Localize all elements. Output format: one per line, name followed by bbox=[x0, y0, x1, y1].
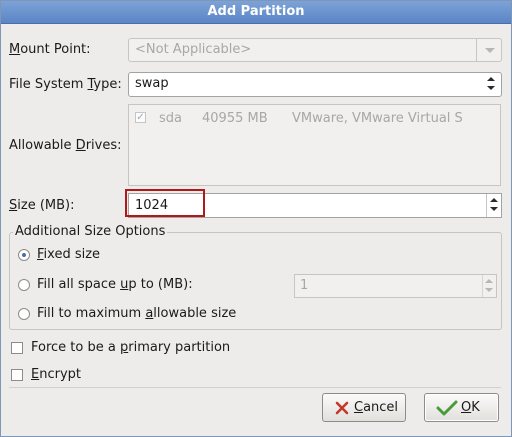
fs-type-combo[interactable]: swap bbox=[128, 72, 502, 97]
x-icon bbox=[335, 401, 349, 415]
fs-type-value: swap bbox=[135, 76, 169, 91]
size-highlight-box bbox=[125, 189, 205, 217]
allowable-drives-list[interactable]: ✓ sda 40955 MB VMware, VMware Virtual S bbox=[128, 104, 501, 186]
mount-point-value: <Not Applicable> bbox=[135, 42, 252, 57]
ok-label: OK bbox=[461, 400, 480, 415]
check-icon bbox=[436, 400, 458, 416]
dialog-title: Add Partition bbox=[1, 1, 511, 24]
fs-type-label: File System Type: bbox=[9, 77, 122, 92]
up-down-arrows-icon bbox=[487, 77, 495, 91]
ok-button[interactable]: OK bbox=[424, 393, 499, 422]
allowable-drives-label: Allowable Drives: bbox=[9, 138, 122, 153]
fill-up-to-spinbox[interactable]: 1 bbox=[294, 274, 497, 298]
spin-arrows-icon[interactable] bbox=[486, 194, 501, 217]
primary-partition-checkbox[interactable] bbox=[11, 342, 23, 354]
fill-up-to-value: 1 bbox=[300, 278, 309, 293]
cancel-button[interactable]: Cancel bbox=[322, 393, 406, 422]
primary-partition-label[interactable]: Force to be a primary partition bbox=[31, 340, 230, 355]
drive-name: sda bbox=[159, 111, 182, 126]
button-separator bbox=[9, 387, 501, 388]
mount-point-label: Mount Point: bbox=[9, 42, 91, 57]
mount-point-combo[interactable]: <Not Applicable> bbox=[128, 38, 502, 62]
fill-up-to-radio[interactable] bbox=[18, 279, 30, 291]
fill-max-label[interactable]: Fill to maximum allowable size bbox=[37, 306, 236, 321]
checkmark-icon[interactable]: ✓ bbox=[135, 112, 146, 123]
add-partition-dialog: Add Partition Mount Point: <Not Applicab… bbox=[0, 0, 512, 437]
fixed-size-radio[interactable] bbox=[18, 249, 30, 261]
fill-up-to-label[interactable]: Fill all space up to (MB): bbox=[37, 277, 193, 292]
size-label: Size (MB): bbox=[9, 198, 75, 213]
spin-arrows-icon[interactable] bbox=[482, 275, 496, 297]
fill-max-radio[interactable] bbox=[18, 308, 30, 320]
drive-model: VMware, VMware Virtual S bbox=[292, 111, 463, 126]
fixed-size-label[interactable]: Fixed size bbox=[37, 247, 100, 262]
encrypt-label[interactable]: Encrypt bbox=[31, 367, 81, 382]
encrypt-checkbox[interactable] bbox=[11, 369, 23, 381]
cancel-label: Cancel bbox=[354, 400, 399, 415]
chevron-down-icon bbox=[476, 39, 501, 61]
size-options-title: Additional Size Options bbox=[13, 224, 168, 239]
drive-size: 40955 MB bbox=[202, 111, 268, 126]
